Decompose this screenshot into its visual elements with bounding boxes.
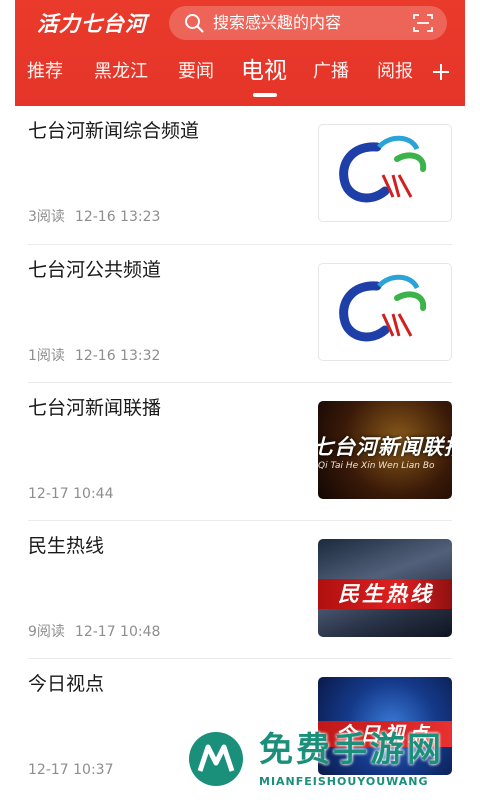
timestamp: 12-16 13:23 [74, 209, 161, 225]
item-title: 七台河新闻综合频道 [28, 120, 200, 142]
item-meta: 3阅读 12-16 13:23 [28, 207, 160, 227]
tab-tv[interactable]: 电视 [241, 56, 287, 86]
scan-icon[interactable] [413, 13, 433, 33]
channel-tabs: 推荐 黑龙江 要闻 电视 广播 阅报 [15, 50, 465, 106]
timestamp: 12-16 13:32 [74, 348, 161, 364]
item-meta: 12-17 10:37 [28, 760, 113, 780]
watermark-text: 免费手游网 [259, 730, 444, 770]
watermark-subtext: MIANFEISHOUYOUWANG [259, 775, 429, 788]
read-count: 3阅读 [28, 209, 65, 225]
list-item[interactable]: 七台河新闻综合频道 3阅读 12-16 13:23 [28, 106, 452, 244]
top-bar: 活力七台河 搜索感兴趣的内容 推荐 黑龙江 要闻 电视 广播 阅报 [15, 0, 465, 106]
channel-logo-thumbnail [318, 263, 452, 361]
read-count: 9阅读 [28, 624, 65, 640]
list-item[interactable]: 七台河新闻联播 12-17 10:44 七台河新闻联播 Qi Tai He Xi… [28, 383, 452, 521]
item-meta: 9阅读 12-17 10:48 [28, 622, 160, 642]
item-title: 民生热线 [28, 535, 105, 557]
item-meta: 1阅读 12-16 13:32 [28, 346, 160, 366]
thumbnail-title: 七台河新闻联播 [318, 435, 452, 459]
item-title: 七台河公共频道 [28, 259, 162, 281]
app-title: 活力七台河 [37, 12, 147, 36]
watermark: 免费手游网 MIANFEISHOUYOUWANG [184, 727, 474, 797]
item-title: 今日视点 [28, 673, 105, 695]
active-tab-indicator [253, 93, 277, 97]
channel-logo-thumbnail [318, 124, 452, 222]
tab-heilongjiang[interactable]: 黑龙江 [94, 58, 148, 86]
watermark-logo-icon [186, 729, 246, 789]
tab-recommend[interactable]: 推荐 [27, 58, 63, 86]
item-meta: 12-17 10:44 [28, 484, 113, 504]
read-count: 1阅读 [28, 348, 65, 364]
hotline-thumbnail: 民生热线 [318, 539, 452, 637]
channel-logo-icon [339, 135, 427, 203]
search-placeholder: 搜索感兴趣的内容 [213, 13, 342, 32]
channel-logo-icon [339, 274, 427, 342]
news-broadcast-thumbnail: 七台河新闻联播 Qi Tai He Xin Wen Lian Bo [318, 401, 452, 499]
thumbnail-title: 民生热线 [338, 582, 434, 606]
timestamp: 12-17 10:48 [74, 624, 161, 640]
tab-newspaper[interactable]: 阅报 [377, 58, 413, 86]
search-input[interactable]: 搜索感兴趣的内容 [169, 6, 447, 40]
timestamp: 12-17 10:44 [28, 486, 114, 502]
list-item[interactable]: 七台河公共频道 1阅读 12-16 13:32 [28, 245, 452, 383]
item-title: 七台河新闻联播 [28, 397, 162, 419]
plus-icon[interactable] [432, 63, 450, 81]
tab-news[interactable]: 要闻 [178, 58, 214, 86]
list-item[interactable]: 民生热线 9阅读 12-17 10:48 民生热线 [28, 521, 452, 659]
thumbnail-subtitle: Qi Tai He Xin Wen Lian Bo [318, 461, 435, 471]
timestamp: 12-17 10:37 [28, 762, 114, 778]
search-icon [185, 14, 204, 33]
tab-radio[interactable]: 广播 [313, 58, 349, 86]
